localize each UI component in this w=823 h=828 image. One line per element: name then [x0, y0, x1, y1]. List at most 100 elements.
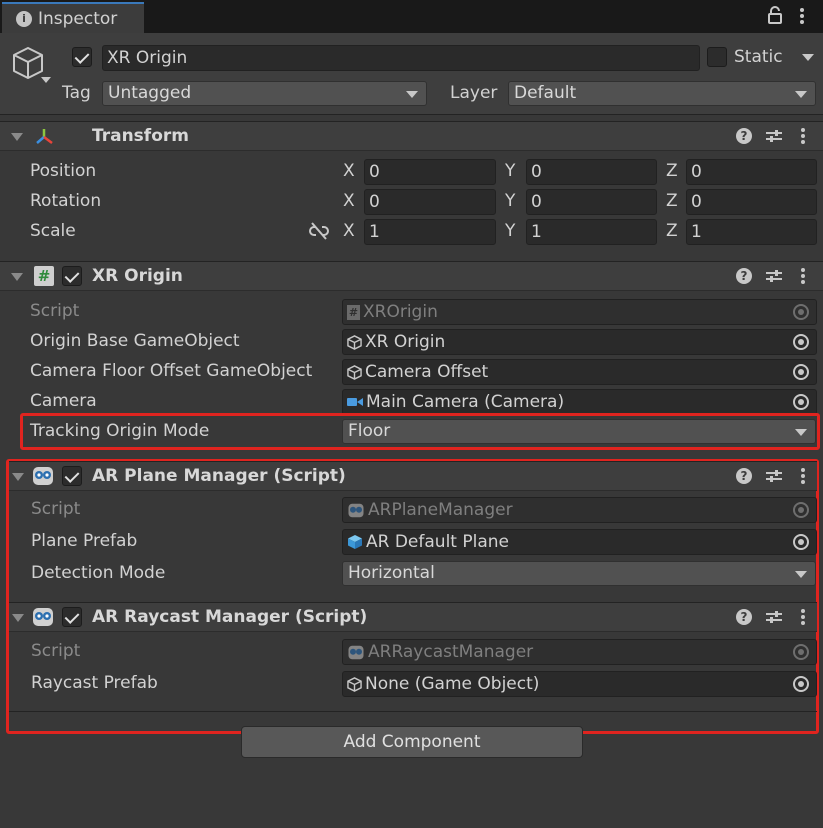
- gameobject-cube-icon: [13, 47, 43, 79]
- xr-script-value: XROrigin: [363, 302, 438, 322]
- object-picker-icon: [793, 644, 809, 660]
- component-menu-icon[interactable]: [801, 128, 805, 144]
- position-z-field[interactable]: 0: [686, 159, 817, 185]
- add-component-button[interactable]: Add Component: [241, 726, 583, 758]
- presets-icon[interactable]: [765, 128, 783, 144]
- gameobject-cube-icon: [347, 676, 362, 692]
- chevron-down-icon: [795, 91, 807, 98]
- camera-offset-value: Camera Offset: [365, 362, 489, 382]
- camera-field[interactable]: Main Camera (Camera): [342, 389, 817, 415]
- tracking-mode-value: Floor: [348, 421, 391, 441]
- static-checkbox[interactable]: [707, 47, 727, 67]
- camera-offset-field[interactable]: Camera Offset: [342, 359, 817, 385]
- rotation-label: Rotation: [30, 191, 102, 211]
- help-icon[interactable]: ?: [736, 609, 752, 625]
- ar-raycast-script-label: Script: [31, 641, 81, 661]
- detection-mode-value: Horizontal: [348, 563, 435, 583]
- ar-plane-enabled-checkbox[interactable]: [62, 466, 82, 486]
- rotation-x-field[interactable]: 0: [364, 189, 496, 215]
- transform-title: Transform: [92, 126, 189, 146]
- tag-dropdown[interactable]: Untagged: [102, 81, 427, 106]
- object-picker-icon[interactable]: [793, 676, 809, 692]
- object-picker-icon[interactable]: [793, 364, 809, 380]
- raycast-prefab-label: Raycast Prefab: [31, 673, 158, 693]
- gameobject-cube-icon: [347, 364, 362, 380]
- foldout-icon[interactable]: [12, 614, 24, 622]
- raycast-prefab-value: None (Game Object): [365, 674, 540, 694]
- axis-x-label: X: [343, 161, 355, 181]
- help-icon[interactable]: ?: [736, 468, 752, 484]
- ar-script-icon: [33, 608, 53, 626]
- object-name-field[interactable]: XR Origin: [102, 45, 700, 71]
- axis-x-label: X: [343, 221, 355, 241]
- scale-x-field[interactable]: 1: [364, 219, 496, 245]
- ar-plane-script-field: ARPlaneManager: [342, 497, 817, 523]
- camera-label: Camera: [30, 391, 97, 411]
- component-menu-icon[interactable]: [801, 468, 805, 484]
- scale-label: Scale: [30, 221, 76, 241]
- ar-script-icon: [33, 467, 53, 485]
- ar-plane-header[interactable]: AR Plane Manager (Script) ?: [9, 461, 817, 491]
- script-hash-icon: #: [347, 304, 360, 320]
- layer-dropdown[interactable]: Default: [508, 81, 816, 106]
- foldout-icon[interactable]: [11, 273, 23, 281]
- camera-offset-label: Camera Floor Offset GameObject: [30, 361, 313, 381]
- object-picker-icon[interactable]: [793, 334, 809, 350]
- xr-script-label: Script: [30, 301, 80, 321]
- scale-z-field[interactable]: 1: [686, 219, 817, 245]
- active-checkbox[interactable]: [72, 47, 92, 67]
- icon-dropdown-icon[interactable]: [41, 77, 51, 83]
- scale-y-field[interactable]: 1: [526, 219, 657, 245]
- foldout-icon[interactable]: [12, 473, 24, 481]
- axis-z-label: Z: [666, 191, 678, 211]
- axis-y-label: Y: [505, 161, 516, 181]
- tracking-mode-dropdown[interactable]: Floor: [342, 419, 816, 444]
- presets-icon[interactable]: [765, 609, 783, 625]
- help-icon[interactable]: ?: [736, 268, 752, 284]
- script-hash-icon: #: [34, 266, 54, 286]
- foldout-icon[interactable]: [11, 133, 23, 141]
- layer-value: Default: [514, 83, 577, 103]
- object-picker-icon: [793, 304, 809, 320]
- lock-icon[interactable]: [767, 6, 783, 24]
- help-icon[interactable]: ?: [736, 128, 752, 144]
- rotation-y-field[interactable]: 0: [526, 189, 657, 215]
- xr-origin-header[interactable]: # XR Origin ?: [0, 261, 823, 291]
- component-menu-icon[interactable]: [801, 609, 805, 625]
- origin-base-value: XR Origin: [365, 332, 446, 352]
- inspector-tab[interactable]: i Inspector: [2, 2, 144, 33]
- raycast-prefab-field[interactable]: None (Game Object): [342, 671, 817, 697]
- origin-base-label: Origin Base GameObject: [30, 331, 240, 351]
- static-label: Static: [734, 47, 783, 67]
- tab-menu-icon[interactable]: [800, 8, 804, 24]
- camera-icon: [347, 398, 363, 406]
- ar-raycast-enabled-checkbox[interactable]: [62, 607, 82, 627]
- plane-prefab-field[interactable]: AR Default Plane: [342, 529, 817, 555]
- static-dropdown-icon[interactable]: [802, 54, 814, 61]
- transform-header[interactable]: Transform ?: [0, 121, 823, 151]
- ar-raycast-header[interactable]: AR Raycast Manager (Script) ?: [9, 602, 817, 632]
- component-menu-icon[interactable]: [801, 268, 805, 284]
- object-picker-icon: [793, 502, 809, 518]
- presets-icon[interactable]: [765, 468, 783, 484]
- tab-title: Inspector: [38, 9, 118, 29]
- object-picker-icon[interactable]: [793, 534, 809, 550]
- axis-y-label: Y: [505, 221, 516, 241]
- ar-script-icon: [348, 503, 364, 517]
- chevron-down-icon: [406, 91, 418, 98]
- axis-z-label: Z: [666, 161, 678, 181]
- detection-mode-dropdown[interactable]: Horizontal: [342, 561, 816, 586]
- rotation-z-field[interactable]: 0: [686, 189, 817, 215]
- object-picker-icon[interactable]: [793, 394, 809, 410]
- plane-prefab-label: Plane Prefab: [31, 531, 138, 551]
- camera-value: Main Camera (Camera): [366, 392, 565, 412]
- ar-plane-script-label: Script: [31, 499, 81, 519]
- xr-origin-enabled-checkbox[interactable]: [62, 266, 82, 286]
- plane-prefab-value: AR Default Plane: [366, 532, 509, 552]
- chevron-down-icon: [795, 571, 807, 578]
- origin-base-field[interactable]: XR Origin: [342, 329, 817, 355]
- position-x-field[interactable]: 0: [364, 159, 496, 185]
- presets-icon[interactable]: [765, 268, 783, 284]
- position-y-field[interactable]: 0: [526, 159, 657, 185]
- unlinked-scale-icon[interactable]: [309, 222, 329, 240]
